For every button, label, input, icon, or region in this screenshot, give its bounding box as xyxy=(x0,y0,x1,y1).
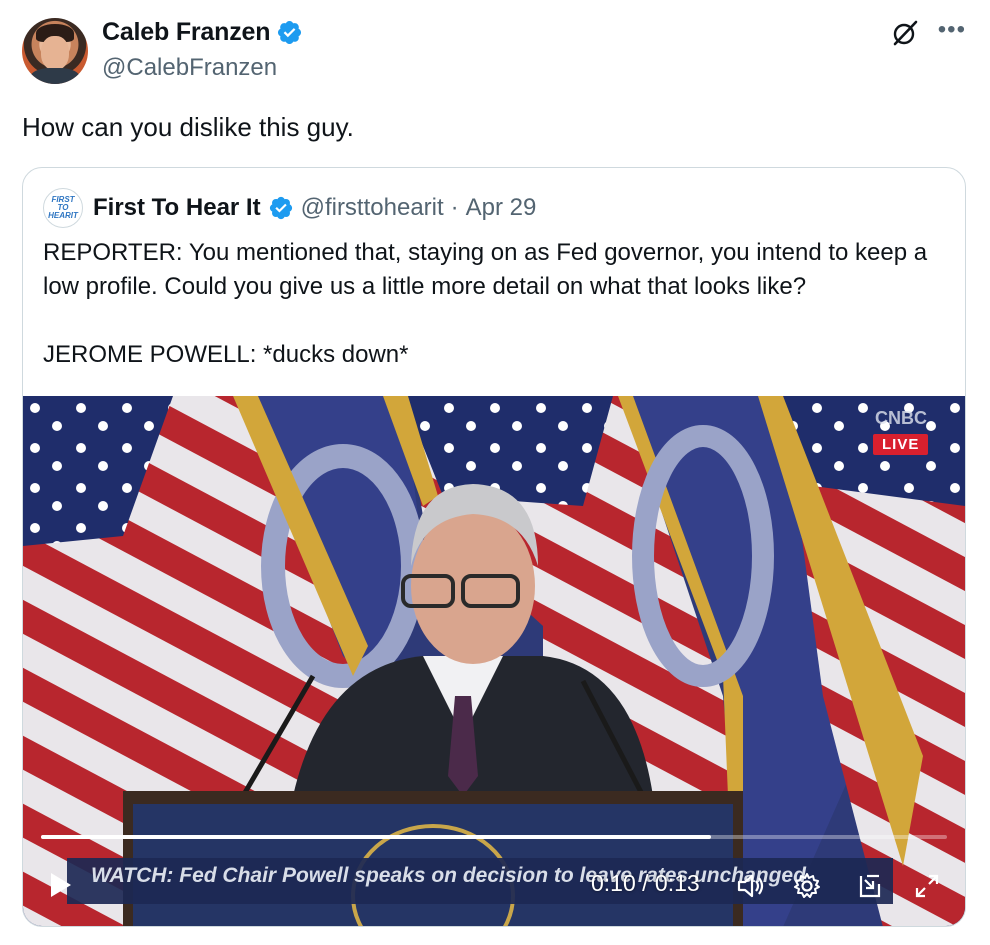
verified-badge-icon[interactable] xyxy=(276,19,303,46)
settings-gear-icon[interactable] xyxy=(791,870,823,902)
author-handle[interactable]: @CalebFranzen xyxy=(102,54,277,82)
quoted-author-handle[interactable]: @firsttohearit xyxy=(301,194,444,222)
quoted-author-display-name[interactable]: First To Hear It xyxy=(93,194,261,222)
quoted-tweet-text: REPORTER: You mentioned that, staying on… xyxy=(43,239,928,368)
quoted-tweet-card[interactable]: FIRST TO HEARIT First To Hear It @firstt… xyxy=(22,167,966,927)
play-icon[interactable] xyxy=(45,870,75,900)
quoted-separator: · xyxy=(450,194,459,221)
quoted-author-avatar[interactable]: FIRST TO HEARIT xyxy=(43,188,83,228)
video-frame xyxy=(23,396,965,926)
quoted-tweet-header: FIRST TO HEARIT First To Hear It @firstt… xyxy=(43,188,536,228)
grok-icon[interactable] xyxy=(890,18,920,48)
tweet-text: How can you dislike this guy. xyxy=(22,112,354,142)
more-options-icon[interactable]: ••• xyxy=(938,18,966,42)
volume-icon[interactable] xyxy=(735,870,767,902)
tweet-header: Caleb Franzen @CalebFranzen ••• xyxy=(22,14,970,86)
video-time-display: 0:10 / 0:13 xyxy=(591,870,700,896)
author-avatar[interactable] xyxy=(22,18,88,84)
video-progress-fill xyxy=(41,835,712,839)
quoted-tweet-date[interactable]: Apr 29 xyxy=(466,194,537,222)
video-progress-bar[interactable] xyxy=(41,835,947,839)
quoted-verified-badge-icon[interactable] xyxy=(268,195,294,221)
fullscreen-icon[interactable] xyxy=(911,870,943,902)
author-name-row: Caleb Franzen xyxy=(102,18,303,47)
quoted-avatar-line-3: HEARIT xyxy=(48,211,78,220)
video-player[interactable]: CNBC LIVE WATCH: Fed Chair Powell speaks… xyxy=(23,396,965,926)
picture-in-picture-icon[interactable] xyxy=(853,870,885,902)
author-display-name[interactable]: Caleb Franzen xyxy=(102,18,270,47)
network-logo: CNBC xyxy=(875,408,927,428)
live-badge: LIVE xyxy=(873,434,929,455)
